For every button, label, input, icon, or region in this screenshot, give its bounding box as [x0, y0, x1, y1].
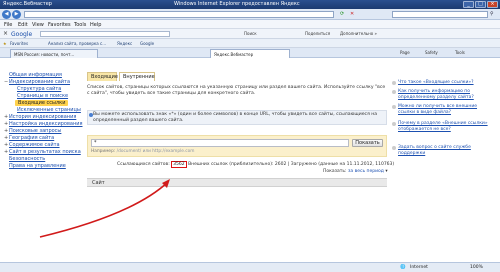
column-site[interactable]: Сайт [92, 180, 105, 186]
toolbar-safety[interactable]: Safety [425, 50, 438, 55]
expand-icon[interactable]: + [4, 149, 8, 155]
expand-icon[interactable]: + [4, 114, 8, 120]
google-toolbar: × Google Поиск Поделиться Дополнительно … [0, 29, 500, 39]
stop-icon[interactable]: ✕ [350, 11, 354, 17]
fav-item-google[interactable]: Google [140, 41, 154, 46]
info-icon [89, 113, 93, 117]
status-bar: 🌐 Internet 100% [0, 262, 500, 272]
nav-geography[interactable]: География сайта [9, 135, 54, 141]
dropdown-icon[interactable]: ▾ [385, 169, 387, 174]
browser-search-input[interactable] [392, 11, 488, 18]
address-bar: ◀ ▶ ⟳ ✕ ⚲ [0, 9, 500, 20]
window-controls: _ □ × [463, 1, 498, 8]
nav-security[interactable]: Безопасность [9, 156, 45, 162]
zone-label: Internet [410, 265, 428, 270]
question-icon [392, 122, 396, 126]
url-query-input[interactable]: * [91, 139, 349, 147]
nav-search-queries[interactable]: Поисковые запросы [9, 128, 61, 134]
favorites-label[interactable]: Favorites [10, 41, 28, 46]
tab-incoming[interactable]: Входящие [87, 72, 118, 81]
browser-tabbar: MSN Россия: новости, почт... Яндекс.Вебм… [0, 48, 500, 58]
zoom-level[interactable]: 100% [470, 265, 483, 270]
example-hint: Например: /document/ или http://example.… [91, 149, 194, 154]
tab-msn[interactable]: MSN Россия: новости, почт... [10, 49, 98, 58]
fav-item-yandex[interactable]: Яндекс [117, 41, 132, 46]
refresh-icon[interactable]: ⟳ [340, 11, 344, 17]
pager-prefix: Показать: [323, 169, 347, 174]
question-icon [392, 105, 396, 109]
help-link-why-not-all[interactable]: Почему в разделе «Внешние ссылки» отобра… [398, 121, 494, 133]
menu-favorites[interactable]: Favorites [48, 22, 71, 28]
stats-rest: Внешних ссылок (приблизительно): 2602 | … [188, 162, 395, 167]
stats-prefix: Ссылающихся сайтов: [117, 162, 170, 167]
share-button[interactable]: Поделиться [305, 31, 330, 36]
close-button[interactable]: × [487, 1, 498, 8]
menu-tools[interactable]: Tools [74, 22, 86, 28]
toolbar-tools[interactable]: Tools [455, 50, 465, 55]
nav-general-info[interactable]: Общая информация [9, 72, 62, 78]
back-icon[interactable]: ◀ [2, 10, 11, 19]
favorites-bar: ★ Favorites Анализ сайта, проверка с... … [0, 39, 500, 48]
nav-index-settings[interactable]: Настройка индексирования [9, 121, 82, 127]
expand-icon[interactable]: + [4, 135, 8, 141]
linking-sites-count: 3562 [171, 161, 187, 168]
stats-line: Ссылающихся сайтов: 3562 Внешних ссылок … [117, 161, 394, 168]
close-toolbar-icon[interactable]: × [3, 30, 8, 37]
help-link-export-file[interactable]: Можно ли получить все внешние ссылки в в… [398, 104, 494, 116]
more-button[interactable]: Дополнительно » [340, 31, 377, 36]
fav-item-analysis[interactable]: Анализ сайта, проверка с... [48, 41, 106, 46]
favorites-star-icon[interactable]: ★ [3, 41, 7, 46]
nav-site-in-results[interactable]: Сайт в результатах поиска [9, 149, 81, 155]
help-link-ask-support[interactable]: Задать вопрос о сайте службе поддержки [398, 145, 494, 157]
example-link[interactable]: /document/ или http://example.com [117, 149, 195, 154]
nav-access-rights[interactable]: Права на управление [9, 163, 66, 169]
question-icon [392, 90, 396, 94]
question-icon [392, 146, 396, 150]
page-content: Общая информация − Индексирование сайта … [0, 58, 500, 262]
google-search-button[interactable]: Поиск [244, 31, 257, 36]
help-link-what-incoming[interactable]: Что такое «Входящие ссылки»? [398, 80, 494, 86]
period-filter: Показать: за весь период ▾ [323, 169, 388, 174]
info-note: Вы можете использовать знак «*» (один и … [87, 110, 387, 125]
info-note-text: Вы можете использовать знак «*» (один и … [93, 112, 378, 123]
menu-view[interactable]: View [32, 22, 44, 28]
url-input[interactable] [24, 11, 334, 18]
question-icon [392, 81, 396, 85]
show-button[interactable]: Показать [352, 139, 383, 147]
globe-icon: 🌐 [400, 265, 406, 270]
nav-indexing[interactable]: Индексирование сайта [9, 79, 70, 85]
maximize-button[interactable]: □ [475, 1, 486, 8]
nav-content[interactable]: Содержимое сайта [9, 142, 60, 148]
window-title-right: Windows Internet Explorer предоставлен Я… [174, 1, 300, 7]
expand-icon[interactable]: + [4, 121, 8, 127]
google-logo: Google [11, 31, 33, 38]
search-icon[interactable]: ⚲ [490, 11, 494, 17]
expand-icon[interactable]: + [4, 142, 8, 148]
menu-bar: File Edit View Favorites Tools Help [0, 20, 500, 29]
period-link[interactable]: за весь период [348, 169, 384, 174]
tab-internal[interactable]: Внутренние [119, 72, 155, 81]
nav-pages-in-search[interactable]: Страницы в поиске [17, 93, 68, 99]
menu-file[interactable]: File [4, 22, 12, 28]
tab-webmaster[interactable]: Яндекс.Вебмастер [210, 49, 290, 58]
example-prefix: Например: [91, 149, 116, 154]
minimize-button[interactable]: _ [463, 1, 474, 8]
forward-icon[interactable]: ▶ [12, 10, 21, 19]
nav-excluded-pages[interactable]: Исключенные страницы [17, 107, 81, 113]
menu-help[interactable]: Help [90, 22, 101, 28]
nav-incoming-links[interactable]: Входящие ссылки [15, 100, 69, 106]
help-link-section-info[interactable]: Как получить информацию по определенному… [398, 89, 494, 101]
panel-description: Список сайтов, страницы которых ссылаютс… [87, 85, 386, 96]
nav-site-structure[interactable]: Структура сайта [17, 86, 61, 92]
nav-index-history[interactable]: История индексирования [9, 114, 76, 120]
window-title-left: Яндекс.Вебмастер [3, 1, 52, 7]
query-form: * Показать Например: /document/ или http… [87, 135, 387, 157]
results-header: Сайт [87, 178, 387, 187]
window-titlebar: Яндекс.Вебмастер Windows Internet Explor… [0, 0, 500, 9]
menu-edit[interactable]: Edit [18, 22, 28, 28]
toolbar-page[interactable]: Page [400, 50, 410, 55]
collapse-icon[interactable]: − [4, 79, 8, 85]
google-search-input[interactable] [40, 31, 170, 37]
expand-icon[interactable]: + [4, 128, 8, 134]
